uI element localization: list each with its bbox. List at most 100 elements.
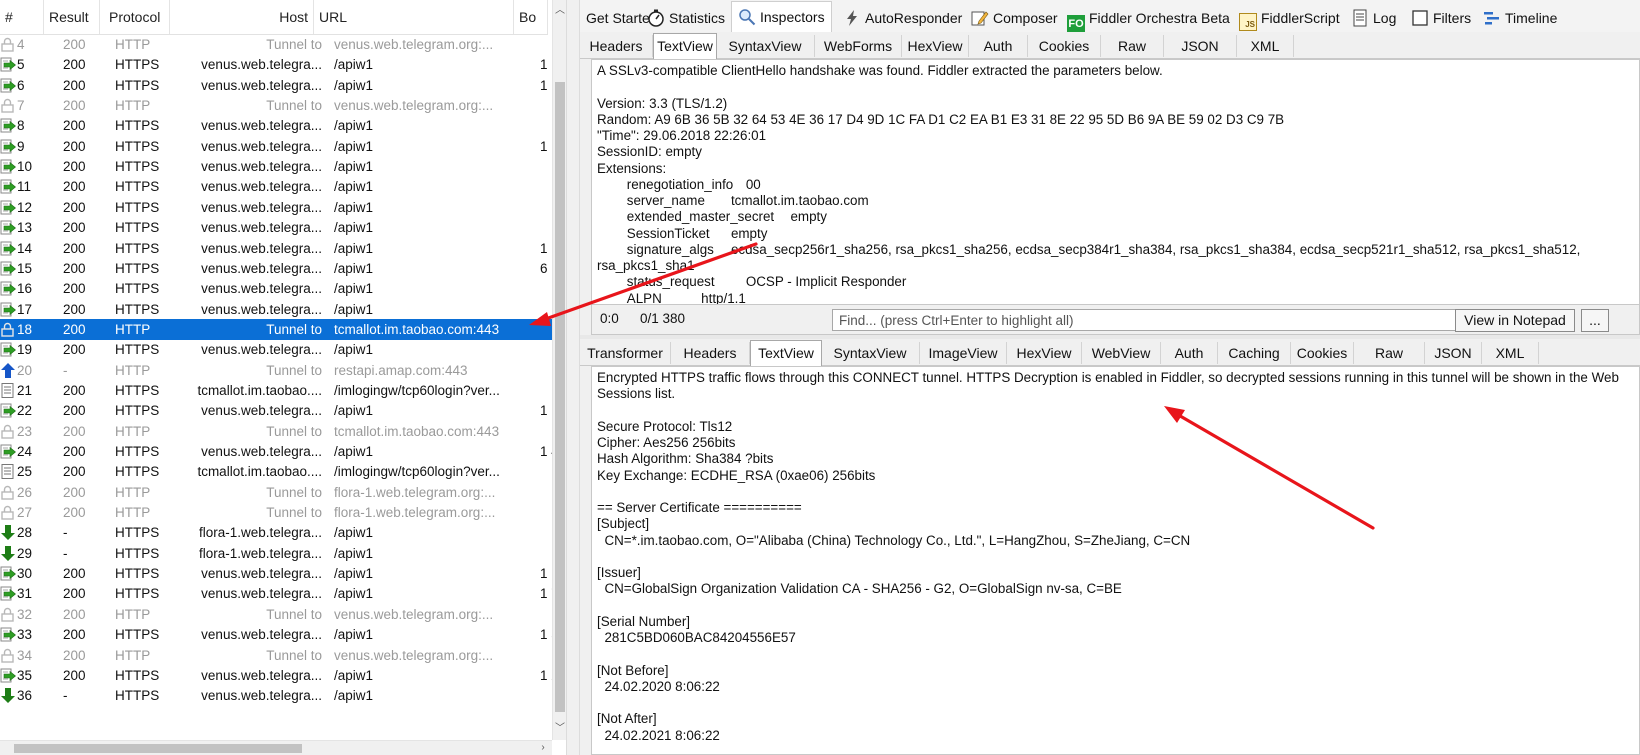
session-row[interactable]: 19 200 HTTPS venus.web.telegra... /apiw1: [0, 339, 552, 360]
vertical-splitter[interactable]: [566, 0, 580, 755]
session-row[interactable]: 20 - HTTP Tunnel to restapi.amap.com:443: [0, 360, 552, 381]
tab-filters[interactable]: Filters: [1405, 5, 1477, 31]
session-result: 200: [63, 505, 86, 521]
scroll-up-icon[interactable]: ︿: [553, 4, 566, 18]
session-row[interactable]: 11 200 HTTPS venus.web.telegra... /apiw1: [0, 176, 552, 197]
response-tab-syntaxview[interactable]: SyntaxView: [821, 342, 920, 364]
session-row[interactable]: 21 200 HTTPS tcmallot.im.taobao.... /imlogin…: [0, 380, 552, 401]
tab-autoresponder[interactable]: AutoResponder: [837, 5, 968, 31]
session-row[interactable]: 28 - HTTPS flora-1.web.telegra... /apiw1: [0, 522, 552, 543]
session-row[interactable]: 7 200 HTTP Tunnel to venus.web.telegram.org:…: [0, 95, 552, 116]
response-tab-raw[interactable]: Raw: [1354, 342, 1425, 364]
column-result-header[interactable]: Result: [44, 0, 100, 34]
tab-log[interactable]: Log: [1345, 5, 1402, 31]
session-row[interactable]: 22 200 HTTPS venus.web.telegra... /apiw1 1 :: [0, 400, 552, 421]
stopwatch-icon: [647, 9, 665, 27]
request-tab-headers[interactable]: Headers: [580, 35, 653, 57]
request-tab-json[interactable]: JSON: [1164, 35, 1237, 57]
session-row[interactable]: 32 200 HTTP Tunnel to venus.web.telegram.org…: [0, 604, 552, 625]
session-row[interactable]: 5 200 HTTPS venus.web.telegra... /apiw1 1 (: [0, 54, 552, 75]
session-number: 31: [17, 586, 33, 602]
session-row[interactable]: 13 200 HTTPS venus.web.telegra... /apiw1: [0, 217, 552, 238]
scroll-right-icon[interactable]: ›: [536, 741, 550, 755]
scroll-down-icon[interactable]: ﹀: [553, 722, 566, 736]
session-row[interactable]: 35 200 HTTPS venus.web.telegra... /apiw1 1 2: [0, 665, 552, 686]
response-tab-transformer[interactable]: Transformer: [580, 342, 671, 364]
column-url-header[interactable]: URL: [314, 0, 514, 34]
tab-fiddlerscript[interactable]: JS FiddlerScript: [1233, 5, 1346, 31]
request-tab-raw[interactable]: Raw: [1101, 35, 1164, 57]
column-protocol-header[interactable]: Protocol: [104, 0, 170, 34]
session-result: -: [63, 545, 68, 561]
response-tab-auth[interactable]: Auth: [1161, 342, 1218, 364]
session-host: Tunnel to: [266, 362, 322, 378]
session-row-selected[interactable]: 18 200 HTTP Tunnel to tcmallot.im.taobao.com…: [0, 318, 552, 340]
session-row[interactable]: 23 200 HTTP Tunnel to tcmallot.im.taobao.com…: [0, 421, 552, 442]
session-row[interactable]: 30 200 HTTPS venus.web.telegra... /apiw1 1 1: [0, 563, 552, 584]
response-tab-json[interactable]: JSON: [1425, 342, 1482, 364]
session-row[interactable]: 24 200 HTTPS venus.web.telegra... /apiw1 1 4: [0, 441, 552, 462]
fo-icon: FO: [1067, 9, 1085, 33]
session-url: /apiw1: [334, 667, 374, 683]
session-url: /apiw1: [334, 77, 374, 93]
session-row[interactable]: 25 200 HTTPS tcmallot.im.taobao.... /imlogin…: [0, 461, 552, 482]
session-row[interactable]: 6 200 HTTPS venus.web.telegra... /apiw1 1 (: [0, 75, 552, 96]
view-in-notepad-button[interactable]: View in Notepad: [1455, 309, 1575, 332]
session-body-size: [540, 197, 552, 218]
request-tab-syntaxview[interactable]: SyntaxView: [716, 35, 815, 57]
request-textview[interactable]: A SSLv3-compatible ClientHello handshake…: [591, 59, 1640, 305]
request-tab-webforms[interactable]: WebForms: [815, 35, 902, 57]
session-row[interactable]: 36 - HTTPS venus.web.telegra... /apiw1: [0, 685, 552, 706]
session-row[interactable]: 4 200 HTTP Tunnel to venus.web.telegram.org:…: [0, 34, 552, 55]
session-result: -: [63, 362, 68, 378]
response-textview[interactable]: Encrypted HTTPS traffic flows through th…: [591, 366, 1640, 755]
response-tab-cookies[interactable]: Cookies: [1291, 342, 1354, 364]
column-number-header[interactable]: #: [0, 0, 44, 34]
session-list-horizontal-scrollbar[interactable]: ›: [0, 740, 552, 755]
request-tab-cookies[interactable]: Cookies: [1028, 35, 1101, 57]
session-url: venus.web.telegram.org:...: [334, 606, 494, 622]
session-row[interactable]: 17 200 HTTPS venus.web.telegra... /apiw1: [0, 299, 552, 320]
response-tab-caching[interactable]: Caching: [1218, 342, 1291, 364]
response-tab-imageview[interactable]: ImageView: [920, 342, 1007, 364]
session-list-hscroll-thumb[interactable]: [14, 744, 302, 753]
session-row[interactable]: 31 200 HTTPS venus.web.telegra... /apiw1 1 7: [0, 583, 552, 604]
session-row[interactable]: 10 200 HTTPS venus.web.telegra... /apiw1: [0, 156, 552, 177]
response-tab-webview[interactable]: WebView: [1082, 342, 1161, 364]
session-row[interactable]: 26 200 HTTP Tunnel to flora-1.web.telegram.o…: [0, 482, 552, 503]
response-text-line: [Not After]: [597, 711, 657, 727]
response-tab-hexview[interactable]: HexView: [1007, 342, 1082, 364]
session-number: 23: [17, 423, 33, 439]
session-row[interactable]: 9 200 HTTPS venus.web.telegra... /apiw1 1 (: [0, 136, 552, 157]
tab-composer[interactable]: Composer: [965, 5, 1064, 31]
request-tab-hexview[interactable]: HexView: [902, 35, 969, 57]
request-tab-auth[interactable]: Auth: [969, 35, 1028, 57]
column-body-header[interactable]: Bo: [514, 0, 548, 34]
session-row[interactable]: 29 - HTTPS flora-1.web.telegra... /apiw1: [0, 543, 552, 564]
response-tab-headers[interactable]: Headers: [671, 342, 750, 364]
session-row[interactable]: 34 200 HTTP Tunnel to venus.web.telegram.org…: [0, 645, 552, 666]
tab-statistics[interactable]: Statistics: [641, 5, 731, 31]
session-row[interactable]: 27 200 HTTP Tunnel to flora-1.web.telegram.o…: [0, 502, 552, 523]
session-list-vertical-scrollbar[interactable]: ︿ ﹀: [552, 0, 566, 740]
tab-inspectors[interactable]: Inspectors: [731, 1, 832, 32]
request-tab-xml[interactable]: XML: [1237, 35, 1294, 57]
response-tab-xml[interactable]: XML: [1482, 342, 1539, 364]
session-protocol: HTTP: [115, 362, 151, 378]
more-options-button[interactable]: ...: [1581, 309, 1609, 332]
session-row[interactable]: 33 200 HTTPS venus.web.telegra... /apiw1 1 5: [0, 624, 552, 645]
session-protocol: HTTPS: [115, 627, 160, 643]
session-row[interactable]: 14 200 HTTPS venus.web.telegra... /apiw1 1 (: [0, 238, 552, 259]
tab-timeline[interactable]: Timeline: [1477, 5, 1563, 31]
session-row[interactable]: 8 200 HTTPS venus.web.telegra... /apiw1: [0, 115, 552, 136]
session-row[interactable]: 15 200 HTTPS venus.web.telegra... /apiw1 6: [0, 258, 552, 279]
find-input[interactable]: [832, 309, 1460, 331]
session-row[interactable]: 12 200 HTTPS venus.web.telegra... /apiw1: [0, 197, 552, 218]
session-row[interactable]: 16 200 HTTPS venus.web.telegra... /apiw1: [0, 278, 552, 299]
column-host-header[interactable]: Host: [170, 0, 314, 34]
session-list-scroll-thumb[interactable]: [555, 82, 565, 712]
session-protocol: HTTP: [115, 37, 151, 52]
request-tab-textview[interactable]: TextView: [653, 33, 717, 59]
tab-fiddler-orchestra-beta[interactable]: FO Fiddler Orchestra Beta: [1061, 5, 1236, 33]
response-tab-textview[interactable]: TextView: [750, 340, 822, 366]
